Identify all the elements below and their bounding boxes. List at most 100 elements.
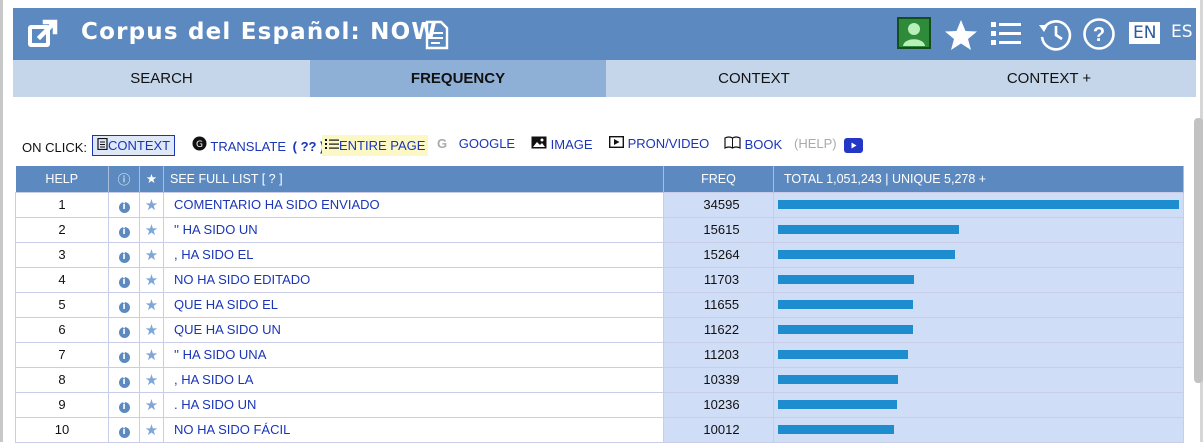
info-cell[interactable]: i: [108, 266, 140, 293]
info-cell[interactable]: i: [108, 341, 140, 368]
info-cell[interactable]: i: [108, 216, 140, 243]
svg-text:?: ?: [1093, 24, 1105, 46]
info-icon[interactable]: i: [118, 201, 130, 213]
user-account-icon[interactable]: [897, 17, 931, 49]
tab-search[interactable]: SEARCH: [13, 60, 310, 97]
freq-bar-cell: [773, 391, 1184, 418]
row-number: 3: [15, 241, 109, 268]
help-icon[interactable]: ?: [1082, 17, 1116, 51]
translate-help[interactable]: ( ?? ): [293, 139, 325, 154]
freq-bar-cell: [773, 316, 1184, 343]
info-icon[interactable]: i: [118, 301, 130, 313]
term-link[interactable]: QUE HA SIDO UN: [163, 316, 664, 343]
star-cell[interactable]: ★: [139, 316, 164, 343]
info-cell[interactable]: i: [108, 291, 140, 318]
on-click-label: ON CLICK:: [22, 140, 88, 155]
freq-bar-cell: [773, 366, 1184, 393]
star-cell[interactable]: ★: [139, 416, 164, 443]
star-icon[interactable]: ★: [145, 247, 158, 264]
pron-video-label: PRON/VIDEO: [627, 136, 710, 151]
row-number: 9: [15, 391, 109, 418]
vertical-scrollbar[interactable]: [1194, 118, 1203, 383]
term-link[interactable]: . HA SIDO UN: [163, 391, 664, 418]
info-cell[interactable]: i: [108, 391, 140, 418]
term-link[interactable]: QUE HA SIDO EL: [163, 291, 664, 318]
info-cell[interactable]: i: [108, 366, 140, 393]
tab-context-plus[interactable]: CONTEXT +: [902, 60, 1196, 97]
term-link[interactable]: NO HA SIDO EDITADO: [163, 266, 664, 293]
lang-es-button[interactable]: ES: [1171, 22, 1193, 42]
info-icon[interactable]: i: [118, 426, 130, 438]
entire-page-option[interactable]: ENTIRE PAGE: [322, 135, 429, 156]
star-icon[interactable]: ★: [145, 297, 158, 314]
row-number: 5: [15, 291, 109, 318]
on-click-bar: ON CLICK: CONTEXT G TRANSLATE ( ?? ) ENT…: [22, 133, 1192, 159]
star-icon[interactable]: ★: [145, 197, 158, 214]
star-icon[interactable]: ★: [145, 372, 158, 389]
document-icon: [97, 137, 108, 151]
tab-context[interactable]: CONTEXT: [606, 60, 902, 97]
star-cell[interactable]: ★: [139, 241, 164, 268]
freq-value: 15615: [663, 216, 774, 243]
pron-video-option[interactable]: PRON/VIDEO: [608, 135, 710, 151]
star-cell[interactable]: ★: [139, 366, 164, 393]
term-link[interactable]: '' HA SIDO UN: [163, 216, 664, 243]
see-full-list-header[interactable]: SEE FULL LIST [ ? ]: [163, 166, 664, 192]
tab-frequency[interactable]: FREQUENCY: [310, 60, 606, 97]
star-cell[interactable]: ★: [139, 266, 164, 293]
info-icon[interactable]: i: [118, 376, 130, 388]
translate-icon: G: [192, 136, 207, 151]
image-option[interactable]: IMAGE: [531, 136, 593, 152]
freq-value: 10236: [663, 391, 774, 418]
star-icon[interactable]: ★: [145, 397, 158, 414]
list-icon[interactable]: [991, 21, 1023, 47]
total-unique-header[interactable]: TOTAL 1,051,243 | UNIQUE 5,278 +: [773, 166, 1184, 192]
star-cell[interactable]: ★: [139, 291, 164, 318]
star-icon[interactable]: ★: [145, 272, 158, 289]
term-link[interactable]: NO HA SIDO FÁCIL: [163, 416, 664, 443]
youtube-video-button[interactable]: [844, 138, 863, 156]
star-icon[interactable]: ★: [145, 422, 158, 439]
table-row: 9 i ★ . HA SIDO UN 10236: [15, 391, 1184, 418]
freq-bar: [778, 200, 1179, 209]
star-cell[interactable]: ★: [139, 191, 164, 218]
history-clock-icon[interactable]: [1037, 17, 1073, 51]
info-cell[interactable]: i: [108, 416, 140, 443]
star-cell[interactable]: ★: [139, 341, 164, 368]
term-link[interactable]: , HA SIDO LA: [163, 366, 664, 393]
info-icon[interactable]: i: [118, 276, 130, 288]
info-icon[interactable]: i: [118, 326, 130, 338]
help-link[interactable]: (HELP): [794, 136, 837, 151]
header-bar: Corpus del Español: NOW ? EN ES: [13, 8, 1196, 60]
star-icon[interactable]: ★: [145, 222, 158, 239]
star-icon[interactable]: ★: [145, 347, 158, 364]
term-link[interactable]: , HA SIDO EL: [163, 241, 664, 268]
lang-en-button[interactable]: EN: [1129, 22, 1161, 44]
info-icon[interactable]: i: [118, 226, 130, 238]
entire-page-label: ENTIRE PAGE: [339, 138, 426, 153]
document-icon[interactable]: [425, 20, 449, 50]
freq-column-header[interactable]: FREQ: [663, 166, 774, 192]
info-cell[interactable]: i: [108, 191, 140, 218]
star-icon[interactable]: ★: [145, 322, 158, 339]
star-cell[interactable]: ★: [139, 391, 164, 418]
context-option[interactable]: CONTEXT: [92, 135, 176, 156]
info-cell[interactable]: i: [108, 316, 140, 343]
video-icon: [608, 135, 625, 149]
term-link[interactable]: '' HA SIDO UNA: [163, 341, 664, 368]
term-link[interactable]: COMENTARIO HA SIDO ENVIADO: [163, 191, 664, 218]
info-icon[interactable]: i: [118, 401, 130, 413]
external-link-icon[interactable]: [26, 19, 58, 49]
book-option[interactable]: BOOK: [724, 136, 782, 152]
info-icon[interactable]: i: [118, 351, 130, 363]
translate-option[interactable]: G TRANSLATE ( ?? ): [192, 136, 324, 154]
help-column-header[interactable]: HELP: [15, 166, 109, 192]
row-number: 4: [15, 266, 109, 293]
info-icon[interactable]: i: [118, 251, 130, 263]
info-cell[interactable]: i: [108, 241, 140, 268]
star-cell[interactable]: ★: [139, 216, 164, 243]
favorites-star-icon[interactable]: [943, 18, 979, 52]
google-option[interactable]: G GOOGLE: [437, 136, 515, 151]
book-label: BOOK: [744, 137, 783, 152]
image-label: IMAGE: [550, 137, 593, 152]
